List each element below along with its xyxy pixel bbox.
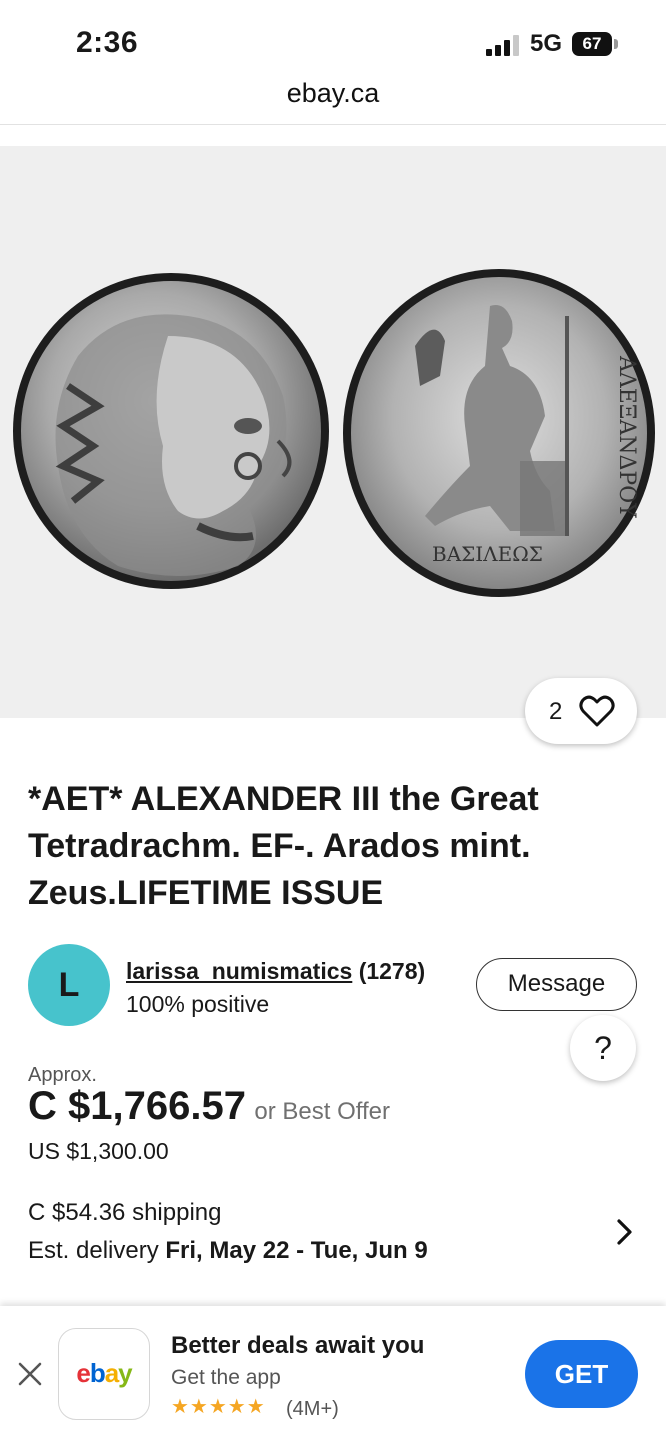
best-offer-label: or Best Offer — [254, 1098, 391, 1125]
app-banner: ebay Better deals await you Get the app … — [0, 1306, 666, 1440]
banner-title: Better deals await you — [171, 1332, 425, 1359]
seller-info: larissa_numismatics (1278) — [126, 958, 425, 985]
battery-cap — [614, 39, 618, 49]
price-value: C $1,766.57 — [28, 1084, 246, 1128]
logo-letter-y: y — [118, 1358, 133, 1388]
seller-avatar[interactable]: L — [28, 944, 110, 1026]
svg-text:ΑΛΕΞΑΝΔΡΟΥ: ΑΛΕΞΑΝΔΡΟΥ — [614, 355, 639, 518]
rating-count: (4M+) — [286, 1398, 339, 1420]
ebay-app-logo: ebay — [58, 1328, 150, 1420]
signal-icon — [486, 34, 522, 56]
logo-letter-e: e — [76, 1358, 91, 1388]
rating-stars: ★★★★★ — [171, 1396, 266, 1418]
seller-positive: 100% positive — [126, 991, 270, 1017]
chevron-right-icon[interactable] — [614, 1218, 634, 1246]
delivery-estimate[interactable]: Est. delivery Fri, May 22 - Tue, Jun 9 — [28, 1237, 428, 1265]
network-label: 5G — [530, 30, 563, 57]
delivery-label: Est. delivery — [28, 1237, 159, 1264]
price-row: C $1,766.57 or Best Offer — [28, 1084, 390, 1129]
shipping-cost[interactable]: C $54.36 shipping — [28, 1199, 221, 1227]
heart-icon — [579, 695, 615, 727]
banner-subtitle: Get the app — [171, 1366, 281, 1389]
watch-button[interactable]: 2 — [525, 678, 637, 744]
logo-letter-a: a — [104, 1358, 120, 1388]
coin-reverse-icon: ΑΛΕΞΑΝΔΡΟΥ ΒΑΣΙΛΕΩΣ — [343, 269, 655, 597]
battery-icon: 67 — [572, 32, 612, 56]
message-button[interactable]: Message — [476, 958, 637, 1011]
logo-letter-b: b — [89, 1358, 106, 1388]
status-bar: 2:36 5G 67 — [0, 0, 666, 80]
seller-name-link[interactable]: larissa_numismatics — [126, 958, 352, 984]
get-app-button[interactable]: GET — [525, 1340, 638, 1408]
seller-feedback-count: (1278) — [358, 958, 426, 984]
status-time: 2:36 — [76, 26, 139, 59]
us-price: US $1,300.00 — [28, 1138, 169, 1164]
close-icon[interactable] — [16, 1360, 44, 1388]
coin-obverse-icon — [13, 273, 329, 589]
delivery-dates: Fri, May 22 - Tue, Jun 9 — [165, 1237, 428, 1264]
help-button[interactable]: ? — [570, 1015, 636, 1081]
svg-text:ΒΑΣΙΛΕΩΣ: ΒΑΣΙΛΕΩΣ — [432, 542, 543, 566]
watch-count: 2 — [549, 698, 563, 725]
address-bar[interactable]: ebay.ca — [0, 78, 666, 124]
divider — [0, 124, 666, 125]
listing-title: *AET* ALEXANDER III the Great Tetradrach… — [28, 780, 539, 912]
item-image[interactable]: ΑΛΕΞΑΝΔΡΟΥ ΒΑΣΙΛΕΩΣ — [0, 146, 666, 718]
